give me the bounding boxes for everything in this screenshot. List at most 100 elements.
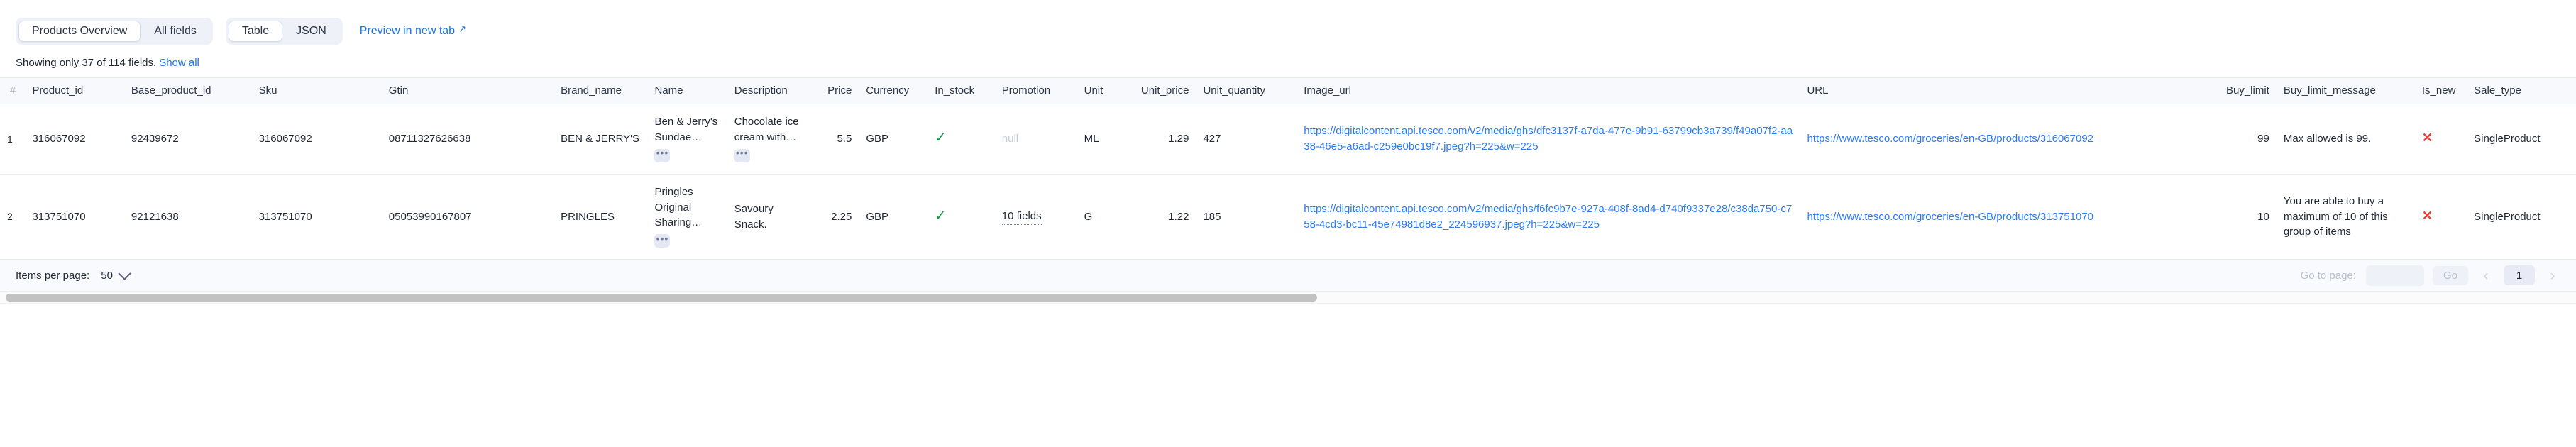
cell-url: https://www.tesco.com/groceries/en-GB/pr… <box>1800 104 2203 175</box>
cell-buy-limit-message: Max allowed is 99. <box>2276 104 2415 175</box>
cell-name: Pringles Original Sharing… ••• <box>647 174 727 259</box>
horizontal-scrollbar-thumb[interactable] <box>6 294 1317 302</box>
cell-currency: GBP <box>866 210 888 223</box>
column-header-buy-limit-message[interactable]: Buy_limit_message <box>2276 78 2415 104</box>
preview-in-new-tab-link[interactable]: Preview in new tab ↗ <box>360 23 466 38</box>
expand-cell-button[interactable]: ••• <box>734 147 750 162</box>
cell-buy-limit: 10 <box>2257 210 2269 223</box>
tab-table[interactable]: Table <box>228 21 283 42</box>
go-button[interactable]: Go <box>2432 265 2468 285</box>
table-header-row: # Product_id Base_product_id Sku Gtin Brand_n… <box>0 78 2576 104</box>
cell-image-url: https://digitalcontent.api.tesco.com/v2/… <box>1297 174 1800 259</box>
horizontal-scrollbar-track[interactable] <box>0 291 2576 304</box>
cell-buy-limit: 99 <box>2202 104 2277 175</box>
image-url-link[interactable]: https://digitalcontent.api.tesco.com/v2/… <box>1304 123 1793 155</box>
show-all-fields-link[interactable]: Show all <box>159 57 199 69</box>
name-text: Ben & Jerry's Sundae… <box>654 116 718 143</box>
column-header-brand-name[interactable]: Brand_name <box>554 78 648 104</box>
go-to-page-input[interactable] <box>2365 265 2424 286</box>
cell-price: 5.5 <box>815 104 859 175</box>
cell-description: Savoury Snack. <box>727 174 815 259</box>
previous-page-button[interactable]: ‹ <box>2475 265 2497 285</box>
view-segmented-control: Products Overview All fields <box>16 18 213 45</box>
cross-icon: ✕ <box>2421 131 2433 145</box>
column-header-sku[interactable]: Sku <box>251 78 382 104</box>
cell-is-new: ✕ <box>2414 104 2467 175</box>
image-url-link[interactable]: https://digitalcontent.api.tesco.com/v2/… <box>1304 202 1793 233</box>
description-text: Chocolate ice cream with… <box>734 116 799 143</box>
cell-price: 2.25 <box>831 210 852 223</box>
cell-unit-quantity: 427 <box>1196 104 1297 175</box>
column-header-buy-limit[interactable]: Buy_limit <box>2202 78 2277 104</box>
next-page-button[interactable]: › <box>2542 265 2563 285</box>
column-header-promotion[interactable]: Promotion <box>994 78 1077 104</box>
cell-url: https://www.tesco.com/groceries/en-GB/pr… <box>1800 174 2202 259</box>
cell-promotion: null <box>994 104 1077 175</box>
cell-description: Chocolate ice cream with… ••• <box>727 104 815 175</box>
cell-promotion: 10 fields <box>995 174 1077 259</box>
external-link-arrow-icon: ↗ <box>458 23 466 34</box>
column-header-name[interactable]: Name <box>647 78 727 104</box>
tab-products-overview[interactable]: Products Overview <box>18 21 141 42</box>
nested-fields-toggle[interactable]: 10 fields <box>1001 209 1042 226</box>
cell-base-product-id: 92121638 <box>131 210 179 223</box>
items-per-page-select[interactable]: 50 <box>101 267 131 282</box>
name-text: Pringles Original Sharing… <box>654 185 703 229</box>
toolbar: Products Overview All fields Table JSON … <box>0 0 2576 48</box>
cell-unit: ML <box>1077 104 1119 175</box>
cell-base-product-id: 92439672 <box>123 104 252 175</box>
table-body: 1 316067092 92439672 316067092 0871132762663… <box>0 104 2576 260</box>
expand-cell-button[interactable]: ••• <box>654 147 671 162</box>
cross-icon: ✕ <box>2421 208 2433 223</box>
cell-currency: GBP <box>859 104 928 175</box>
tab-all-fields[interactable]: All fields <box>141 21 210 42</box>
column-header-is-new[interactable]: Is_new <box>2414 78 2467 104</box>
column-header-currency[interactable]: Currency <box>859 78 928 104</box>
column-header-url[interactable]: URL <box>1800 78 2203 104</box>
table-row[interactable]: 2 313751070 92121638 313751070 0505399016780… <box>0 174 2576 259</box>
page-number-1[interactable]: 1 <box>2504 265 2535 286</box>
column-header-product-id[interactable]: Product_id <box>25 78 124 104</box>
check-icon: ✓ <box>935 208 947 224</box>
column-header-idx[interactable]: # <box>0 78 26 104</box>
cell-unit-quantity: 185 <box>1203 210 1221 223</box>
cell-product-id: 313751070 <box>32 210 86 223</box>
chevron-down-icon <box>118 267 131 280</box>
column-header-unit-quantity[interactable]: Unit_quantity <box>1196 78 1297 104</box>
column-header-in-stock[interactable]: In_stock <box>928 78 995 104</box>
ellipsis-icon: ••• <box>656 147 669 158</box>
cell-sku: 316067092 <box>251 104 382 175</box>
table-row[interactable]: 1 316067092 92439672 316067092 0871132762663… <box>0 104 2576 175</box>
column-header-base-product-id[interactable]: Base_product_id <box>123 78 252 104</box>
format-segmented-control: Table JSON <box>225 18 343 45</box>
cell-brand-name: PRINGLES <box>561 210 615 223</box>
cell-product-id: 316067092 <box>25 104 124 175</box>
items-per-page-label: Items per page: <box>16 269 90 282</box>
column-header-unit-price[interactable]: Unit_price <box>1118 78 1196 104</box>
cell-unit-price: 1.29 <box>1118 104 1196 175</box>
cell-idx: 1 <box>0 104 26 175</box>
url-link[interactable]: https://www.tesco.com/groceries/en-GB/pr… <box>1807 131 2093 147</box>
column-header-price[interactable]: Price <box>815 78 859 104</box>
description-text: Savoury Snack. <box>734 202 774 231</box>
column-header-gtin[interactable]: Gtin <box>381 78 554 104</box>
fields-notice: Showing only 37 of 114 fields. Show all <box>0 48 2576 77</box>
cell-brand-name: BEN & JERRY'S <box>554 104 648 175</box>
cell-sale-type: SingleProduct <box>2474 210 2541 223</box>
url-link[interactable]: https://www.tesco.com/groceries/en-GB/pr… <box>1807 209 2093 225</box>
cell-unit: G <box>1084 210 1093 223</box>
column-header-description[interactable]: Description <box>727 78 815 104</box>
column-header-sale-type[interactable]: Sale_type <box>2467 78 2576 104</box>
cell-gtin: 08711327626638 <box>381 104 554 175</box>
tab-json[interactable]: JSON <box>282 21 340 42</box>
ellipsis-icon: ••• <box>735 147 749 158</box>
column-header-unit[interactable]: Unit <box>1077 78 1119 104</box>
ellipsis-icon: ••• <box>656 232 669 244</box>
column-header-image-url[interactable]: Image_url <box>1297 78 1800 104</box>
cell-gtin: 05053990167807 <box>388 210 472 223</box>
items-per-page-value: 50 <box>101 269 113 282</box>
cell-sku: 313751070 <box>258 210 312 223</box>
pagination-controls: Go to page: Go ‹ 1 › <box>2301 265 2563 286</box>
data-table-container: # Product_id Base_product_id Sku Gtin Brand_n… <box>0 77 2576 260</box>
expand-cell-button[interactable]: ••• <box>654 232 671 248</box>
